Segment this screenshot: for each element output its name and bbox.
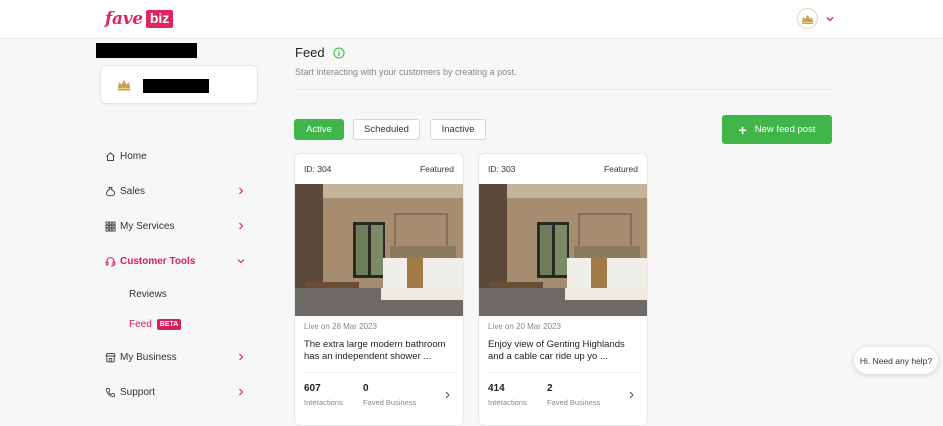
post-id: ID: 303 <box>488 164 516 174</box>
home-icon <box>104 150 116 162</box>
card-divider <box>488 372 640 373</box>
fave-biz-logo[interactable]: fave biz <box>105 9 174 29</box>
chevron-right-icon[interactable] <box>628 390 635 400</box>
featured-label: Featured <box>603 164 638 174</box>
tab-label: Scheduled <box>364 124 409 135</box>
new-feed-post-button[interactable]: + New feed post <box>722 115 832 144</box>
post-image[interactable] <box>295 184 464 316</box>
sidebar-item-label: Home <box>120 150 147 162</box>
grid-icon <box>104 220 116 232</box>
sidebar-item-home[interactable]: Home <box>104 146 249 166</box>
header-divider <box>295 89 832 90</box>
faved-business-count: 0 <box>363 383 369 394</box>
plus-icon: + <box>738 121 747 138</box>
post-description-line: has an independent shower ... <box>304 351 432 362</box>
page-subtitle: Start interacting with your customers by… <box>295 67 517 77</box>
account-menu[interactable] <box>797 8 835 29</box>
tab-inactive[interactable]: Inactive <box>430 119 486 140</box>
top-bar: fave biz <box>0 0 943 39</box>
business-switcher-card[interactable] <box>100 65 258 104</box>
sidebar-item-label: My Services <box>120 220 175 232</box>
tab-active[interactable]: Active <box>294 119 344 140</box>
faved-business-count: 2 <box>547 383 553 394</box>
post-image[interactable] <box>479 184 648 316</box>
chevron-down-icon <box>826 16 834 21</box>
post-id: ID: 304 <box>304 164 332 174</box>
feed-post-card[interactable]: ID: 303 Featured Live on 20 Mar 2023 Enj… <box>478 153 648 426</box>
sidebar-item-label: Sales <box>120 185 146 197</box>
tab-label: Active <box>306 124 332 135</box>
page-title-text: Feed <box>295 45 325 60</box>
featured-label: Featured <box>419 164 454 174</box>
sidebar-subitem-label: Reviews <box>129 289 167 300</box>
interactions-label: Interactions <box>488 398 527 407</box>
help-chat-label: Hi. Need any help? <box>859 355 933 366</box>
post-description-line: and a cable car ride up yo ... <box>488 351 608 362</box>
faved-business-label: Faved Business <box>547 398 601 407</box>
help-chat-bubble[interactable]: Hi. Need any help? <box>854 347 938 374</box>
sidebar-subitem-reviews[interactable]: Reviews <box>129 289 167 300</box>
post-live-date: Live on 28 Mar 2023 <box>304 322 377 331</box>
faved-business-label: Faved Business <box>363 398 417 407</box>
post-description-line: The extra large modern bathroom <box>304 339 446 350</box>
interactions-label: Interactions <box>304 398 343 407</box>
chevron-right-icon <box>239 222 244 230</box>
tab-scheduled[interactable]: Scheduled <box>353 119 420 140</box>
logo-fave-text: fave <box>105 9 143 29</box>
card-divider <box>304 372 456 373</box>
headset-icon <box>104 255 116 267</box>
redacted-business-name <box>96 43 197 58</box>
chevron-right-icon[interactable] <box>444 390 451 400</box>
crest-icon <box>802 14 813 24</box>
phone-icon <box>104 386 116 398</box>
sidebar-item-label: Customer Tools <box>120 255 196 267</box>
new-feed-post-label: New feed post <box>754 124 816 135</box>
interactions-count: 607 <box>304 383 321 394</box>
post-description-line: Enjoy view of Genting Highlands <box>488 339 625 350</box>
chevron-right-icon <box>239 353 244 361</box>
tab-label: Inactive <box>441 124 475 135</box>
sidebar-item-support[interactable]: Support <box>104 382 249 402</box>
sidebar-item-my-services[interactable]: My Services <box>104 216 249 236</box>
interactions-count: 414 <box>488 383 505 394</box>
avatar[interactable] <box>797 8 818 29</box>
sidebar-item-my-business[interactable]: My Business <box>104 347 249 367</box>
money-bag-icon <box>104 185 116 197</box>
post-live-date: Live on 20 Mar 2023 <box>488 322 561 331</box>
sidebar-item-sales[interactable]: Sales <box>104 181 249 201</box>
redacted-outlet-name <box>143 79 209 93</box>
page-title: Feed <box>295 45 345 60</box>
sidebar-item-customer-tools[interactable]: Customer Tools <box>104 251 249 271</box>
chevron-right-icon <box>239 388 244 396</box>
chevron-right-icon <box>239 187 244 195</box>
sidebar-item-label: Support <box>120 386 156 398</box>
post-description: Enjoy view of Genting Highlands and a ca… <box>488 339 646 363</box>
info-icon[interactable] <box>333 46 345 59</box>
sidebar-item-label: My Business <box>120 351 177 363</box>
feed-post-card[interactable]: ID: 304 Featured Live on 28 Mar 2023 The… <box>294 153 464 426</box>
store-icon <box>104 351 116 363</box>
sidebar-subitem-label: Feed <box>129 319 152 330</box>
post-description: The extra large modern bathroom has an i… <box>304 339 462 363</box>
business-logo-icon <box>118 80 130 91</box>
logo-biz-badge: biz <box>145 10 174 28</box>
sidebar-subitem-feed[interactable]: Feed BETA <box>129 319 182 330</box>
beta-badge: BETA <box>156 319 182 330</box>
chevron-down-icon <box>237 259 245 264</box>
